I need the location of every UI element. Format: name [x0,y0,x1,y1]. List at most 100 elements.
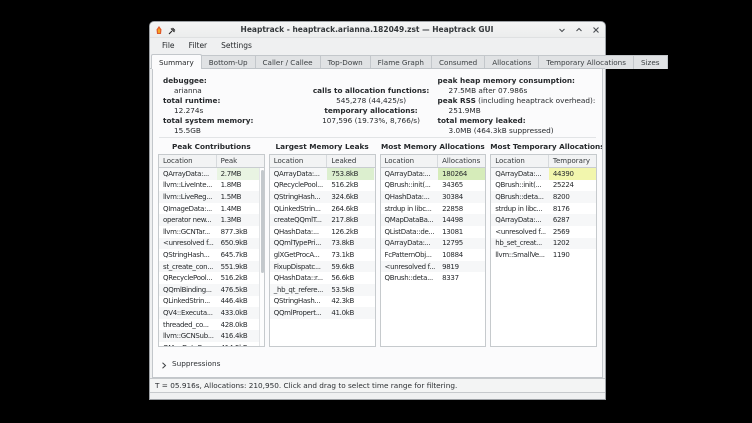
table-row[interactable]: QQmlBinding...476.5kB [159,284,264,296]
cell-location[interactable]: QStringHash... [270,296,328,308]
tab-temporary-allocations[interactable]: Temporary Allocations [538,55,634,69]
table-row[interactable]: QRecyclePool...516.2kB [159,272,264,284]
cell-location[interactable]: QHashData::r... [270,272,328,284]
cell-location[interactable]: QArrayData:... [491,214,549,226]
table-row[interactable]: QQmlPropert...41.0kB [270,307,375,319]
table-row[interactable]: QBrush::init(...34365 [381,180,486,192]
cell-location[interactable]: llvm::LiveInte... [159,180,217,192]
statusbar[interactable]: T = 05.916s, Allocations: 210,950. Click… [150,378,605,393]
cell-location[interactable]: QLinkedStrin... [159,296,217,308]
cell-location[interactable]: strdup in libc... [491,203,549,215]
cell-location[interactable]: QV4::Executa... [159,307,217,319]
tab-bottom-up[interactable]: Bottom-Up [201,55,256,69]
table-row[interactable]: FcPatternObj...10884 [381,249,486,261]
cell-location[interactable]: <unresolved f... [381,261,439,273]
cell-location[interactable]: QHashData:... [270,226,328,238]
cell-location[interactable]: QMapDataBa... [381,214,439,226]
table-row[interactable]: QStringHash...645.7kB [159,249,264,261]
cell-location[interactable]: llvm::LiveReg... [159,191,217,203]
tab-summary[interactable]: Summary [151,54,202,69]
menu-item-settings[interactable]: Settings [215,40,258,51]
cell-location[interactable]: llvm::SmallVe... [491,249,549,261]
table-row[interactable]: QRecyclePool...516.2kB [270,180,375,192]
cell-location[interactable]: QArrayData:... [381,168,439,180]
cell-location[interactable]: st_create_con... [159,261,217,273]
table-row[interactable]: <unresolved f...650.9kB [159,238,264,250]
cell-location[interactable]: <unresolved f... [159,238,217,250]
table-row[interactable]: QMapDataBa...414.5kB [159,342,264,347]
table-row[interactable]: QBrush::deta...8200 [491,191,596,203]
table-row[interactable]: QArrayData:...44390 [491,168,596,180]
cell-location[interactable]: FcPatternObj... [381,249,439,261]
cell-location[interactable]: <unresolved f... [491,226,549,238]
table-row[interactable]: strdup in libc...8176 [491,203,596,215]
table-row[interactable]: QArrayData:...12795 [381,238,486,250]
tab-caller-callee[interactable]: Caller / Callee [255,55,321,69]
close-button[interactable] [592,26,600,34]
titlebar[interactable]: Heaptrack - heaptrack.arianna.182049.zst… [150,22,605,38]
suppressions-expander[interactable]: Suppressions [153,351,602,377]
cell-location[interactable]: QArrayData:... [491,168,549,180]
scrollbar-thumb[interactable] [261,170,264,273]
cell-location[interactable]: QQmlTypePri... [270,238,328,250]
table-row[interactable]: operator new...1.3MB [159,214,264,226]
vertical-scrollbar[interactable] [259,168,264,346]
table-row[interactable]: QListData::de...13081 [381,226,486,238]
cell-location[interactable]: QArrayData:... [159,168,217,180]
cell-location[interactable]: strdup in libc... [381,203,439,215]
tab-consumed[interactable]: Consumed [431,55,485,69]
table-row[interactable]: QLinkedStrin...264.6kB [270,203,375,215]
table-row[interactable]: QHashData:...126.2kB [270,226,375,238]
table-row[interactable]: QImageData:...1.4MB [159,203,264,215]
table-row[interactable]: threaded_co...428.0kB [159,319,264,331]
table-row[interactable]: QStringHash...42.3kB [270,296,375,308]
table-row[interactable]: llvm::GCNSub...416.4kB [159,330,264,342]
cell-location[interactable]: llvm::GCNTar... [159,226,217,238]
cell-location[interactable]: QStringHash... [270,191,328,203]
cell-location[interactable]: QBrush::init(... [491,180,549,192]
maximize-button[interactable] [575,26,583,34]
table-row[interactable]: QBrush::deta...8337 [381,272,486,284]
cell-location[interactable]: QQmlPropert... [270,307,328,319]
cell-location[interactable]: QImageData:... [159,203,217,215]
table-row[interactable]: QHashData::r...56.6kB [270,272,375,284]
table-row[interactable]: <unresolved f...9819 [381,261,486,273]
cell-location[interactable]: operator new... [159,214,217,226]
column-header-location[interactable]: Location [159,155,217,167]
table-row[interactable]: _hb_qt_refere...53.5kB [270,284,375,296]
cell-location[interactable]: QRecyclePool... [270,180,328,192]
table-row[interactable]: QV4::Executa...433.0kB [159,307,264,319]
cell-location[interactable]: _hb_qt_refere... [270,284,328,296]
cell-location[interactable]: glXGetProcA... [270,249,328,261]
column-header-allocations[interactable]: Allocations [438,155,485,167]
cell-location[interactable]: llvm::GCNSub... [159,330,217,342]
tab-flame-graph[interactable]: Flame Graph [370,55,432,69]
cell-location[interactable]: QArrayData:... [270,168,328,180]
table-row[interactable]: FixupDispatc...59.6kB [270,261,375,273]
pin-icon[interactable] [168,20,176,39]
table-row[interactable]: QArrayData:...6287 [491,214,596,226]
cell-location[interactable]: QStringHash... [159,249,217,261]
cell-location[interactable]: QLinkedStrin... [270,203,328,215]
cell-location[interactable]: hb_set_creat... [491,238,549,250]
table-row[interactable]: QHashData:...30384 [381,191,486,203]
cell-location[interactable]: createQQmlT... [270,214,328,226]
cell-location[interactable]: QBrush::deta... [381,272,439,284]
table-row[interactable]: createQQmlT...217.8kB [270,214,375,226]
table-row[interactable]: strdup in libc...22858 [381,203,486,215]
table-row[interactable]: llvm::LiveReg...1.5MB [159,191,264,203]
table-row[interactable]: llvm::LiveInte...1.8MB [159,180,264,192]
tab-allocations[interactable]: Allocations [484,55,539,69]
cell-location[interactable]: QBrush::init(... [381,180,439,192]
tab-sizes[interactable]: Sizes [633,55,668,69]
tab-top-down[interactable]: Top-Down [320,55,371,69]
table-row[interactable]: QLinkedStrin...446.4kB [159,296,264,308]
cell-location[interactable]: FixupDispatc... [270,261,328,273]
menu-item-filter[interactable]: Filter [183,40,214,51]
cell-location[interactable]: QListData::de... [381,226,439,238]
table-row[interactable]: st_create_con...551.9kB [159,261,264,273]
cell-location[interactable]: QArrayData:... [381,238,439,250]
cell-location[interactable]: threaded_co... [159,319,217,331]
column-header-temporary[interactable]: Temporary [549,155,596,167]
column-header-leaked[interactable]: Leaked [327,155,374,167]
